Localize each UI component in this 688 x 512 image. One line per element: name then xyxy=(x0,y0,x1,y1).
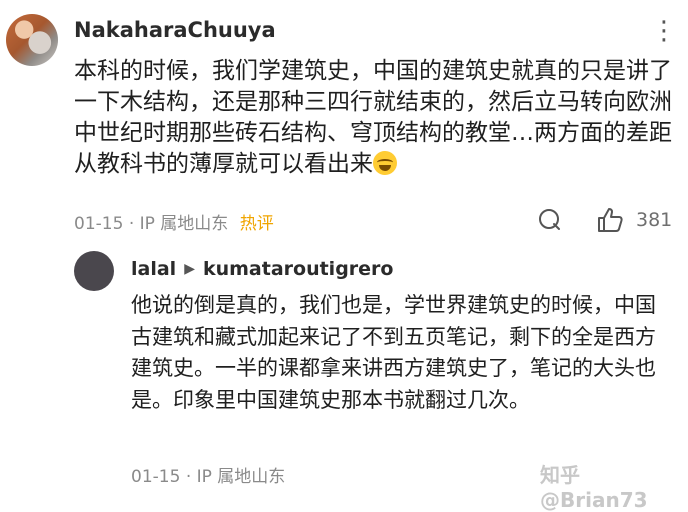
more-options-icon[interactable]: ⋮ xyxy=(651,18,678,44)
reply-meta: 01-15 · IP 属地山东 xyxy=(131,462,285,487)
like-count: 381 xyxy=(636,209,673,231)
reply-date: 01-15 xyxy=(131,467,181,487)
comment-meta: 01-15 · IP 属地山东 热评 xyxy=(74,209,274,234)
comment-date: 01-15 xyxy=(74,214,124,234)
reply-separator: · xyxy=(185,467,192,487)
like-icon[interactable] xyxy=(596,206,624,234)
comment-body: 本科的时候，我们学建筑史，中国的建筑史就真的只是讲了一下木结构，还是那种三四行就… xyxy=(74,56,674,180)
hot-comment-badge: 热评 xyxy=(239,214,274,234)
reply-to-name[interactable]: kumataroutigrero xyxy=(203,258,394,280)
comment-ip-location: IP 属地山东 xyxy=(139,214,229,234)
reply-author-name[interactable]: lalal xyxy=(131,258,176,280)
author-avatar[interactable] xyxy=(6,14,58,66)
zhihu-watermark: 知乎 @Brian73 xyxy=(540,463,648,512)
reply-body: 他说的倒是真的，我们也是，学世界建筑史的时候，中国古建筑和藏式加起来记了不到五页… xyxy=(131,293,656,412)
reply-arrow-icon: ▶ xyxy=(184,261,195,277)
reply-icon[interactable] xyxy=(538,208,562,232)
comment-separator: · xyxy=(128,214,135,234)
reply-ip-location: IP 属地山东 xyxy=(196,467,286,487)
comment-author-name[interactable]: NakaharaChuuya xyxy=(74,18,276,42)
reply-header: lalal ▶ kumataroutigrero xyxy=(131,258,393,280)
reply-author-avatar[interactable] xyxy=(74,251,114,291)
crying-laughing-emoji-icon xyxy=(373,151,397,175)
